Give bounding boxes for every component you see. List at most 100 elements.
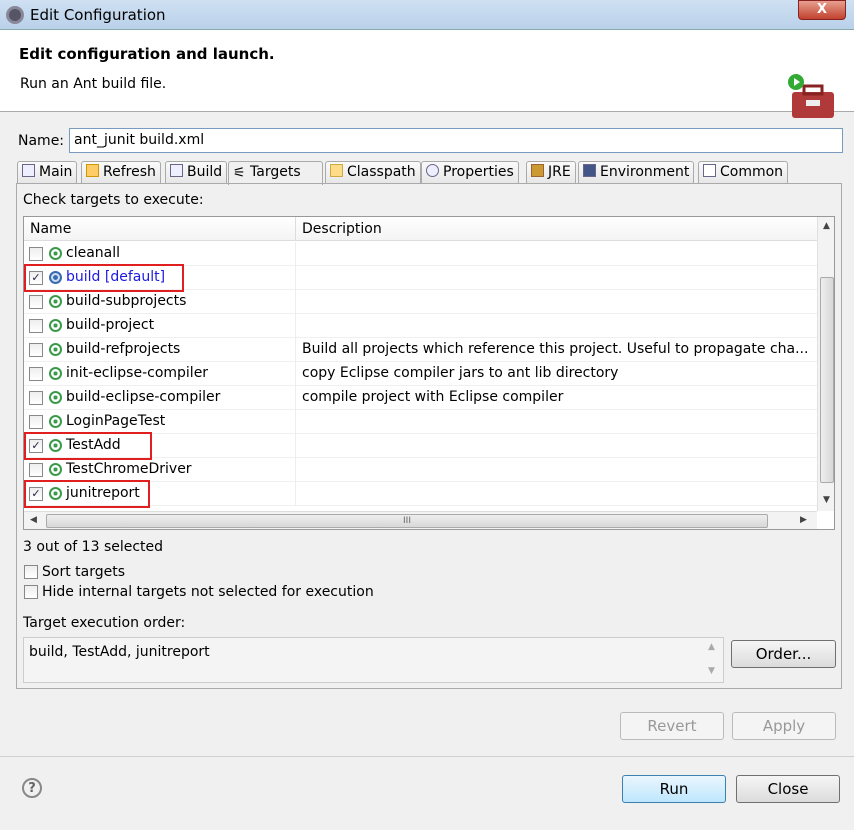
- tab-classpath[interactable]: Classpath: [325, 161, 421, 184]
- selected-count: 3 out of 13 selected: [23, 539, 164, 555]
- target-checkbox[interactable]: [29, 463, 43, 477]
- scroll-thumb[interactable]: [820, 277, 834, 483]
- target-icon: [49, 391, 62, 404]
- apply-button[interactable]: Apply: [732, 712, 836, 740]
- sort-targets-label: Sort targets: [42, 564, 126, 580]
- target-name: build-subprojects: [66, 293, 187, 309]
- tab-label: Targets: [250, 164, 301, 180]
- name-label: Name:: [18, 133, 65, 149]
- close-window-button[interactable]: X: [798, 0, 846, 20]
- target-checkbox[interactable]: [29, 319, 43, 333]
- scroll-left-icon[interactable]: ◀: [30, 515, 37, 525]
- column-description[interactable]: Description: [302, 221, 382, 237]
- scroll-up-icon[interactable]: ▲: [823, 221, 830, 231]
- refresh-icon: [86, 164, 99, 177]
- table-row[interactable]: init-eclipse-compiler copy Eclipse compi…: [24, 362, 817, 386]
- target-checkbox[interactable]: [29, 343, 43, 357]
- target-name: build-project: [66, 317, 155, 333]
- jre-icon: [531, 164, 544, 177]
- main-icon: [22, 164, 35, 177]
- close-button[interactable]: Close: [736, 775, 840, 803]
- target-name: TestChromeDriver: [66, 461, 192, 477]
- column-name[interactable]: Name: [30, 221, 71, 237]
- window-title: Edit Configuration: [30, 6, 166, 24]
- target-name: init-eclipse-compiler: [66, 365, 209, 381]
- execution-order-field[interactable]: build, TestAdd, junitreport ▲ ▼: [23, 637, 724, 683]
- header-title: Edit configuration and launch.: [19, 45, 275, 63]
- scroll-right-icon[interactable]: ▶: [800, 515, 807, 525]
- tab-label: Main: [39, 164, 73, 180]
- build-icon: [170, 164, 183, 177]
- name-input[interactable]: ant_junit build.xml: [69, 128, 843, 153]
- target-checkbox[interactable]: [29, 367, 43, 381]
- target-name: cleanall: [66, 245, 121, 261]
- tab-label: Properties: [443, 164, 514, 180]
- target-checkbox[interactable]: [29, 415, 43, 429]
- scroll-down-icon[interactable]: ▼: [708, 666, 715, 676]
- table-row[interactable]: build-subprojects: [24, 290, 817, 314]
- vertical-scrollbar[interactable]: ▲ ▼: [817, 217, 834, 511]
- target-icon: [49, 247, 62, 260]
- divider: [0, 756, 854, 757]
- table-row[interactable]: TestChromeDriver: [24, 458, 817, 482]
- table-header: Name Description: [24, 217, 817, 241]
- order-label: Target execution order:: [23, 615, 186, 631]
- help-icon[interactable]: ?: [22, 778, 42, 798]
- target-description: compile project with Eclipse compiler: [302, 389, 564, 405]
- tab-label: JRE: [548, 164, 571, 180]
- highlight-box: [24, 264, 184, 292]
- table-row[interactable]: build-project: [24, 314, 817, 338]
- tab-build[interactable]: Build: [165, 161, 228, 184]
- hide-internal-checkbox[interactable]: [24, 585, 38, 599]
- tab-targets[interactable]: ⚟ Targets: [228, 161, 323, 185]
- ant-toolbox-icon: [788, 74, 834, 118]
- target-name: build-eclipse-compiler: [66, 389, 221, 405]
- target-checkbox[interactable]: [29, 247, 43, 261]
- target-icon: [49, 463, 62, 476]
- header-subtitle: Run an Ant build file.: [20, 76, 167, 92]
- revert-button[interactable]: Revert: [620, 712, 724, 740]
- targets-table: Name Description cleanall ✓ build [defau…: [23, 216, 835, 530]
- common-icon: [703, 164, 716, 177]
- tab-label: Common: [720, 164, 784, 180]
- tab-label: Classpath: [347, 164, 416, 180]
- table-row[interactable]: build-eclipse-compiler compile project w…: [24, 386, 817, 410]
- scroll-down-icon[interactable]: ▼: [823, 495, 830, 505]
- targets-instruction: Check targets to execute:: [23, 192, 204, 208]
- target-name: LoginPageTest: [66, 413, 166, 429]
- target-description: Build all projects which reference this …: [302, 341, 809, 357]
- run-button[interactable]: Run: [622, 775, 726, 803]
- dialog-header: Edit configuration and launch. Run an An…: [0, 30, 854, 118]
- properties-icon: [426, 164, 439, 177]
- hide-internal-label: Hide internal targets not selected for e…: [42, 584, 374, 600]
- table-row[interactable]: build-refprojects Build all projects whi…: [24, 338, 817, 362]
- tab-main[interactable]: Main: [17, 161, 78, 184]
- classpath-icon: [330, 164, 343, 177]
- target-icon: [49, 415, 62, 428]
- horizontal-scrollbar[interactable]: ◀ III ▶: [24, 511, 817, 529]
- tab-jre[interactable]: JRE: [526, 161, 576, 184]
- highlight-box: [24, 480, 150, 508]
- target-icon: [49, 319, 62, 332]
- table-row[interactable]: cleanall: [24, 242, 817, 266]
- target-checkbox[interactable]: [29, 295, 43, 309]
- order-button[interactable]: Order...: [731, 640, 836, 668]
- table-row[interactable]: LoginPageTest: [24, 410, 817, 434]
- target-checkbox[interactable]: [29, 391, 43, 405]
- title-bar: Edit Configuration X: [0, 0, 854, 30]
- scroll-thumb[interactable]: III: [46, 514, 768, 528]
- tab-environment[interactable]: Environment: [578, 161, 695, 184]
- tab-label: Refresh: [103, 164, 156, 180]
- target-icon: [49, 343, 62, 356]
- tab-refresh[interactable]: Refresh: [81, 161, 161, 184]
- scroll-up-icon[interactable]: ▲: [708, 642, 715, 652]
- execution-order-value: build, TestAdd, junitreport: [29, 644, 210, 660]
- target-description: copy Eclipse compiler jars to ant lib di…: [302, 365, 619, 381]
- highlight-box: [24, 432, 152, 460]
- tab-properties[interactable]: Properties: [421, 161, 519, 184]
- tab-label: Environment: [600, 164, 690, 180]
- environment-icon: [583, 164, 596, 177]
- sort-targets-checkbox[interactable]: [24, 565, 38, 579]
- target-icon: [49, 367, 62, 380]
- tab-common[interactable]: Common: [698, 161, 789, 184]
